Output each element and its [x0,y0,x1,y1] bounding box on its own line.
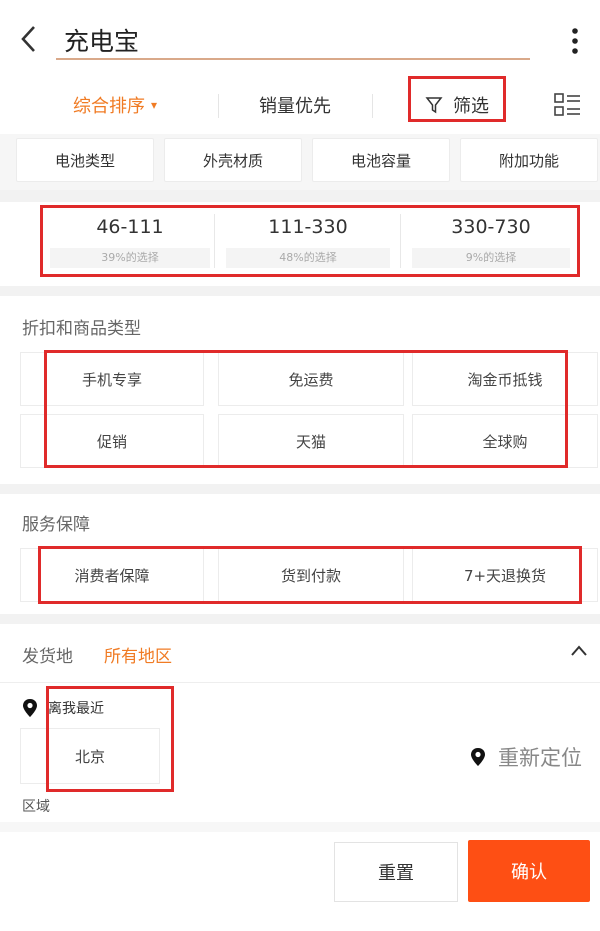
price-range-percent: 9%的选择 [412,248,570,268]
option-tmall[interactable]: 天猫 [218,414,404,468]
location-pin-icon [22,698,38,718]
tab-battery-capacity[interactable]: 电池容量 [312,138,450,182]
nearby-row: 离我最近 [22,694,222,722]
price-range-option[interactable]: 330-730 9%的选择 [408,210,574,272]
more-vertical-icon[interactable] [560,24,590,58]
relocate-label: 重新定位 [498,746,582,770]
divider [0,682,600,683]
filter-button[interactable]: 筛选 [410,76,504,134]
location-pin-icon [470,747,486,767]
option-cash-on-delivery[interactable]: 货到付款 [218,548,404,602]
reset-button[interactable]: 重置 [334,842,458,902]
nearby-label: 离我最近 [48,701,104,717]
divider [372,94,373,118]
price-range-value: 330-730 [451,216,531,238]
area-label: 区域 [22,799,50,815]
price-range-value: 111-330 [268,216,348,238]
option-taojinbi[interactable]: 淘金币抵钱 [412,352,598,406]
relocate-button[interactable]: 重新定位 [470,742,582,772]
sort-sales[interactable]: 销量优先 [230,76,360,134]
search-input[interactable]: 充电宝 [64,22,139,58]
service-section-title: 服务保障 [22,515,90,535]
shipping-header[interactable]: 发货地 所有地区 [0,626,600,682]
option-promotion[interactable]: 促销 [20,414,204,468]
sort-sales-label: 销量优先 [259,96,331,117]
tab-battery-type[interactable]: 电池类型 [16,138,154,182]
divider [214,214,215,268]
divider-band [0,822,600,832]
discount-section-title: 折扣和商品类型 [22,319,141,339]
list-view-icon[interactable] [552,90,582,120]
caret-down-icon: ▾ [150,98,158,112]
price-range-percent: 39%的选择 [50,248,210,268]
price-range-percent: 48%的选择 [226,248,390,268]
sort-comprehensive[interactable]: 综合排序 ▾ [50,76,180,134]
sort-bar: 综合排序 ▾ 销量优先 筛选 [0,76,600,134]
divider-band [0,484,600,494]
property-tabs: 电池类型 外壳材质 电池容量 附加功能 [0,138,600,184]
search-underline [56,58,530,60]
tab-shell-material[interactable]: 外壳材质 [164,138,302,182]
divider-band [0,286,600,296]
option-consumer-protection[interactable]: 消费者保障 [20,548,204,602]
chevron-up-icon[interactable] [568,640,592,664]
filter-label: 筛选 [453,96,489,117]
price-range-value: 46-111 [96,216,164,238]
divider-band [0,614,600,624]
divider-band [0,190,600,202]
option-free-shipping[interactable]: 免运费 [218,352,404,406]
back-arrow-icon[interactable] [14,22,44,56]
tab-extra-features[interactable]: 附加功能 [460,138,598,182]
sort-comprehensive-label: 综合排序 [72,96,145,117]
divider [218,94,219,118]
filter-funnel-icon [425,96,443,114]
divider [400,214,401,268]
price-range-option[interactable]: 46-111 39%的选择 [46,210,214,272]
price-range-option[interactable]: 111-330 48%的选择 [222,210,394,272]
shipping-label: 发货地 [22,647,73,667]
option-7day-return[interactable]: 7+天退换货 [412,548,598,602]
option-global-buy[interactable]: 全球购 [412,414,598,468]
option-mobile-exclusive[interactable]: 手机专享 [20,352,204,406]
search-header: 充电宝 [0,0,600,76]
confirm-button[interactable]: 确认 [468,840,590,902]
shipping-value: 所有地区 [104,647,172,667]
footer-bar: 重置 确认 [0,832,600,931]
city-option-beijing[interactable]: 北京 [20,728,160,784]
